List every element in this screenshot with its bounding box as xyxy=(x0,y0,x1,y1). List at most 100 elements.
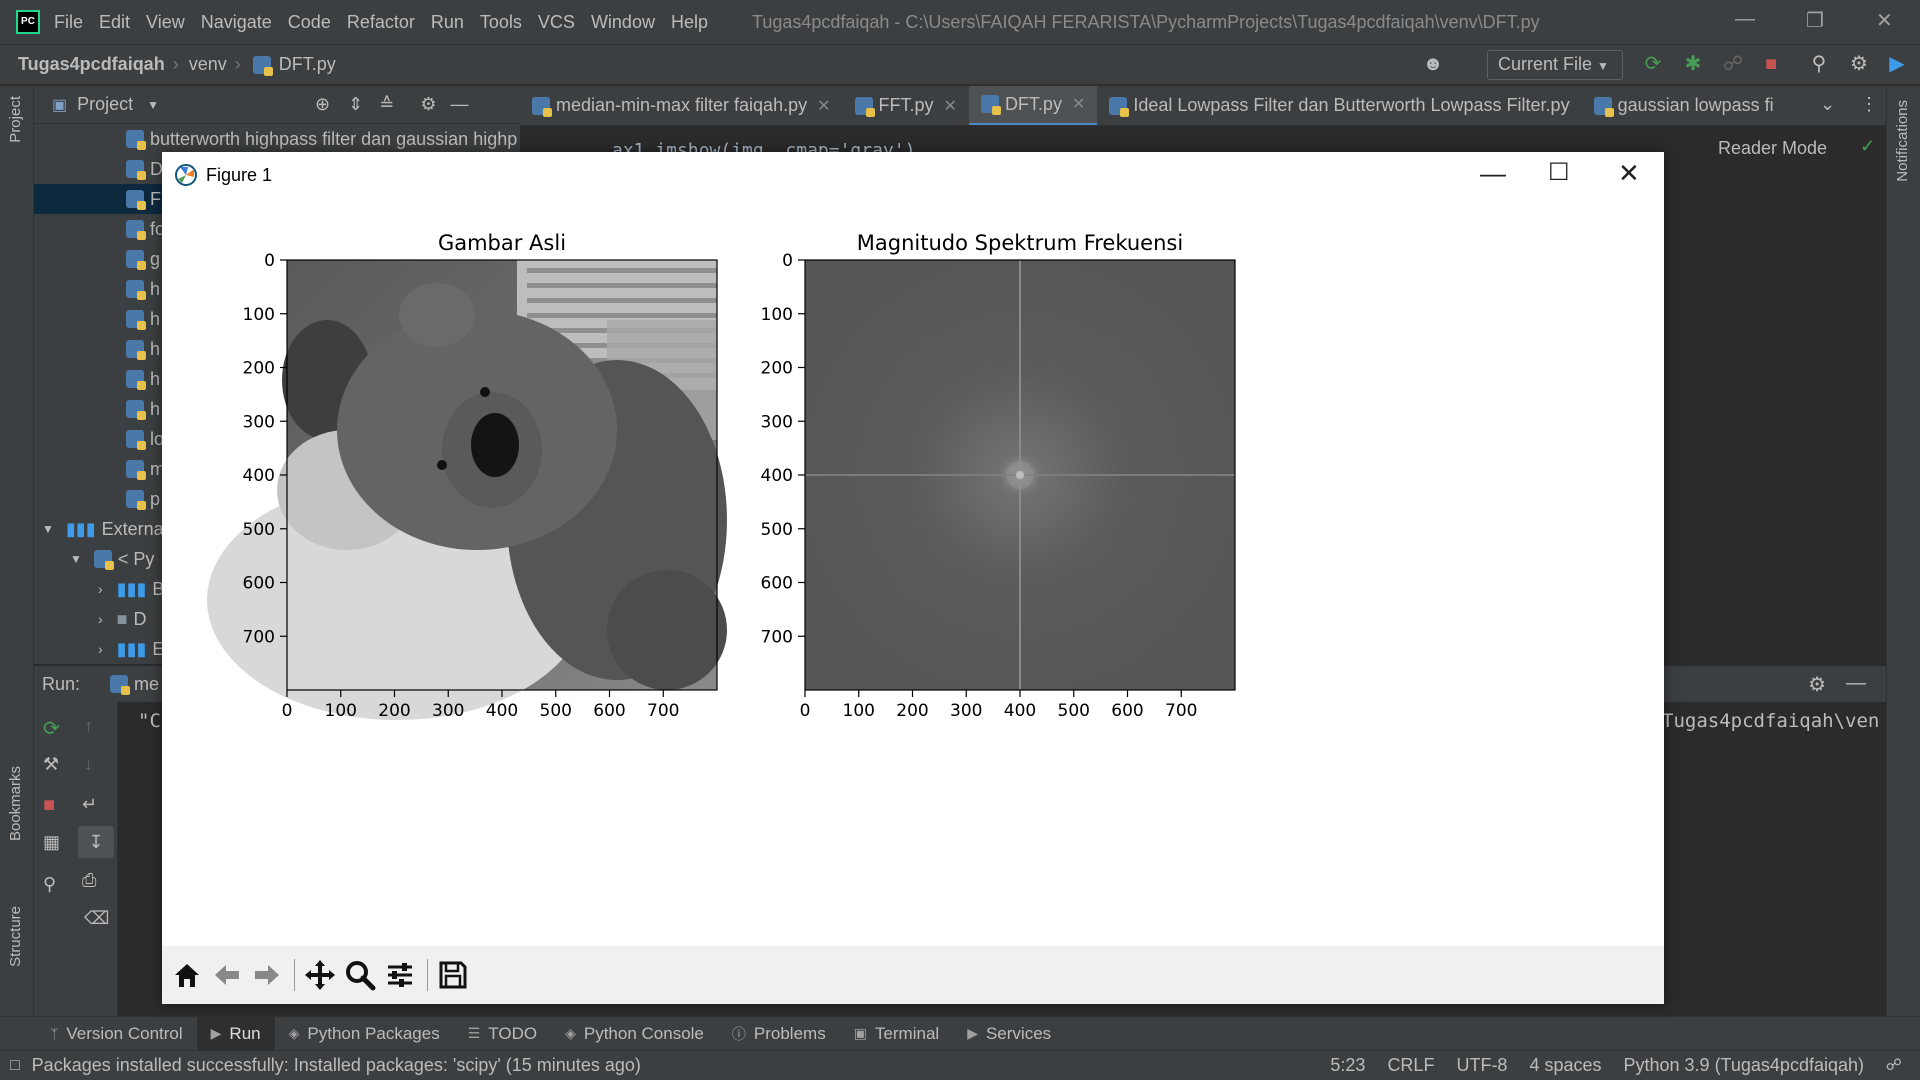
gear-icon[interactable]: ⚙ xyxy=(1808,672,1826,697)
forward-button[interactable] xyxy=(248,955,286,995)
tree-item-label: D xyxy=(133,608,147,629)
soft-wrap-icon[interactable]: ↵ xyxy=(82,794,97,815)
menu-help[interactable]: Help xyxy=(671,12,708,33)
print-icon[interactable]: ⎙ xyxy=(82,870,96,891)
tab-ideal-lowpass[interactable]: Ideal Lowpass Filter dan Butterworth Low… xyxy=(1097,86,1581,125)
run-label: Run: xyxy=(42,673,81,694)
tree-item[interactable]: butterworth highpass filter dan gaussian… xyxy=(34,124,520,154)
hide-panel-icon[interactable]: — xyxy=(450,94,468,115)
tool-python-packages[interactable]: ◈ Python Packages xyxy=(275,1017,454,1051)
gear-icon[interactable]: ⚙ xyxy=(1846,51,1872,77)
gear-icon[interactable]: ⚙ xyxy=(420,94,436,115)
tab-median-filter[interactable]: median-min-max filter faiqah.py ✕ xyxy=(520,86,843,125)
back-button[interactable] xyxy=(208,955,246,995)
chevron-down-icon[interactable]: ▼ xyxy=(147,98,159,112)
stop-icon[interactable]: ■ xyxy=(1758,51,1784,77)
tool-services[interactable]: ▶ Services xyxy=(953,1017,1065,1051)
run-config-tab[interactable]: me xyxy=(134,674,159,695)
status-message[interactable]: Packages installed successfully: Install… xyxy=(32,1055,641,1076)
more-options-icon[interactable]: ⋮ xyxy=(1860,94,1878,115)
tool-todo[interactable]: ☰ TODO xyxy=(454,1017,551,1051)
menu-vcs[interactable]: VCS xyxy=(538,12,575,33)
pin-icon[interactable]: ⚲ xyxy=(43,874,56,895)
chevron-down-icon[interactable]: ⌄ xyxy=(1820,94,1835,115)
menu-tools[interactable]: Tools xyxy=(480,12,522,33)
reader-mode-toggle[interactable]: Reader Mode xyxy=(1718,138,1827,159)
close-tab-icon[interactable]: ✕ xyxy=(817,96,830,116)
pan-button[interactable] xyxy=(301,955,339,995)
sliders-icon xyxy=(388,963,412,987)
rerun-icon[interactable]: ⟳ xyxy=(43,716,60,741)
tool-label: Problems xyxy=(753,1023,826,1043)
menu-view[interactable]: View xyxy=(146,12,185,33)
arrow-up-icon[interactable]: ↑ xyxy=(84,716,93,737)
trash-icon[interactable]: ⌫ xyxy=(84,908,109,929)
structure-tool-tab[interactable]: Structure xyxy=(7,906,24,967)
indent-setting[interactable]: 4 spaces xyxy=(1529,1055,1601,1076)
breadcrumb-file[interactable]: DFT.py xyxy=(279,54,336,75)
configure-subplots-button[interactable] xyxy=(381,955,419,995)
collapse-all-icon[interactable]: ≙ xyxy=(379,94,394,115)
restore-icon[interactable]: ❐ xyxy=(1806,8,1824,33)
caret-position[interactable]: 5:23 xyxy=(1330,1055,1365,1076)
close-tab-icon[interactable]: ✕ xyxy=(944,96,957,116)
project-tool-tab[interactable]: Project xyxy=(7,96,24,143)
close-icon[interactable]: ✕ xyxy=(1618,158,1640,189)
user-icon[interactable]: ☻ xyxy=(1420,51,1446,77)
jetbrains-toolbox-icon[interactable]: ▶ xyxy=(1884,51,1910,77)
maximize-icon[interactable]: ☐ xyxy=(1548,158,1570,187)
menu-file[interactable]: File xyxy=(54,12,83,33)
python-file-icon xyxy=(126,160,146,180)
tab-gaussian-lowpass[interactable]: gaussian lowpass fi xyxy=(1582,86,1786,125)
menu-edit[interactable]: Edit xyxy=(99,12,130,33)
save-button[interactable] xyxy=(434,955,472,995)
coverage-icon[interactable]: ☍ xyxy=(1720,51,1746,77)
scroll-to-end-icon[interactable]: ↧ xyxy=(78,826,114,858)
arrow-down-icon[interactable]: ↓ xyxy=(84,754,93,775)
tool-run[interactable]: ▶ Run xyxy=(196,1016,275,1051)
hide-panel-icon[interactable]: — xyxy=(1846,672,1866,695)
menu-code[interactable]: Code xyxy=(288,12,331,33)
lock-icon[interactable]: ☍ xyxy=(1886,1055,1902,1075)
breadcrumb-folder[interactable]: venv xyxy=(189,54,227,75)
tool-problems[interactable]: ⓘ Problems xyxy=(718,1017,840,1051)
home-button[interactable] xyxy=(168,955,206,995)
breadcrumb-project[interactable]: Tugas4pcdfaiqah xyxy=(18,54,165,75)
zoom-button[interactable] xyxy=(341,955,379,995)
expand-all-icon[interactable]: ⇕ xyxy=(348,94,363,115)
bookmarks-tool-tab[interactable]: Bookmarks xyxy=(7,766,24,841)
tool-python-console[interactable]: ◈ Python Console xyxy=(551,1017,718,1051)
figure-canvas[interactable]: Gambar Asli 0 100 200 300 400 500 600 700 0 100 200… xyxy=(162,198,1664,946)
toggle-tool-windows-icon[interactable]: □ xyxy=(10,1057,20,1075)
menu-run[interactable]: Run xyxy=(431,12,464,33)
close-tab-icon[interactable]: ✕ xyxy=(1072,94,1085,114)
file-encoding[interactable]: UTF-8 xyxy=(1456,1055,1507,1076)
python-file-icon xyxy=(980,95,1001,115)
layout-icon[interactable]: ▦ xyxy=(43,832,60,853)
tab-label: DFT.py xyxy=(1004,93,1062,114)
menu-refactor[interactable]: Refactor xyxy=(347,12,415,33)
services-icon: ▶ xyxy=(967,1025,978,1041)
python-file-icon xyxy=(1593,96,1614,117)
close-icon[interactable]: ✕ xyxy=(1876,8,1893,33)
locate-icon[interactable]: ⊕ xyxy=(315,94,330,115)
stop-icon[interactable]: ■ xyxy=(43,794,55,817)
rerun-icon[interactable]: ⟳ xyxy=(1640,51,1666,77)
pycharm-logo-icon: PC xyxy=(16,10,40,34)
python-interpreter[interactable]: Python 3.9 (Tugas4pcdfaiqah) xyxy=(1624,1055,1865,1076)
menu-navigate[interactable]: Navigate xyxy=(201,12,272,33)
debug-icon[interactable]: ✱ xyxy=(1680,51,1706,77)
minimize-icon[interactable]: — xyxy=(1735,8,1755,31)
wrench-icon[interactable]: ⚒ xyxy=(43,754,59,775)
notifications-tool-tab[interactable]: Notifications xyxy=(1894,100,1911,182)
tool-version-control[interactable]: ᛉ Version Control xyxy=(36,1017,197,1051)
menu-window[interactable]: Window xyxy=(591,12,655,33)
minimize-icon[interactable]: — xyxy=(1480,158,1506,189)
project-panel-title[interactable]: Project xyxy=(77,94,133,115)
tool-terminal[interactable]: ▣ Terminal xyxy=(840,1017,953,1051)
tab-fft[interactable]: FFT.py ✕ xyxy=(843,86,969,125)
line-separator[interactable]: CRLF xyxy=(1387,1055,1434,1076)
tab-dft[interactable]: DFT.py ✕ xyxy=(968,86,1098,125)
run-config-select[interactable]: Current File ▼ xyxy=(1487,50,1623,80)
search-icon[interactable]: ⚲ xyxy=(1806,51,1832,77)
